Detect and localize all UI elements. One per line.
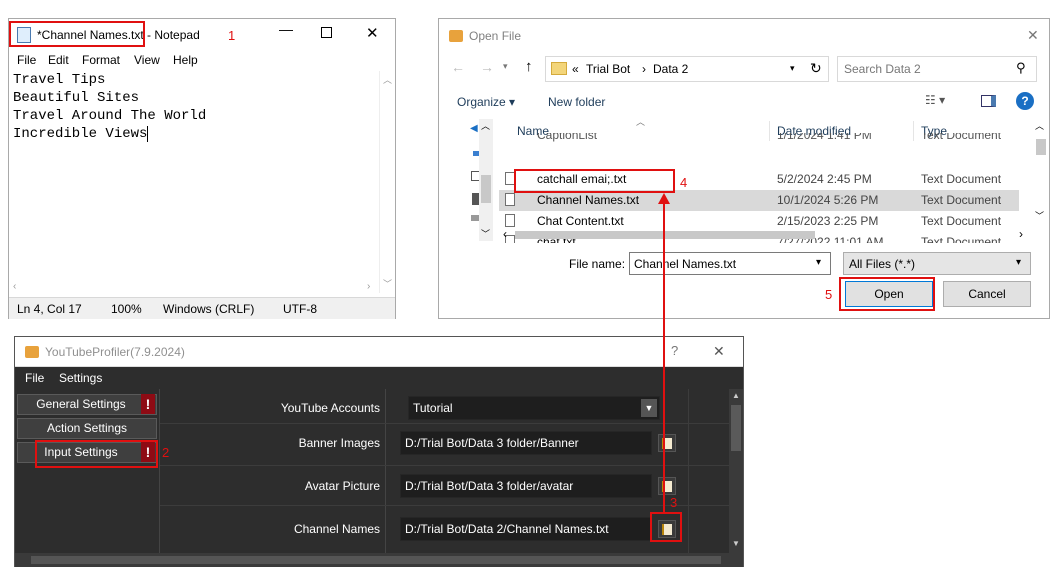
annotation-arrow [658,193,670,512]
